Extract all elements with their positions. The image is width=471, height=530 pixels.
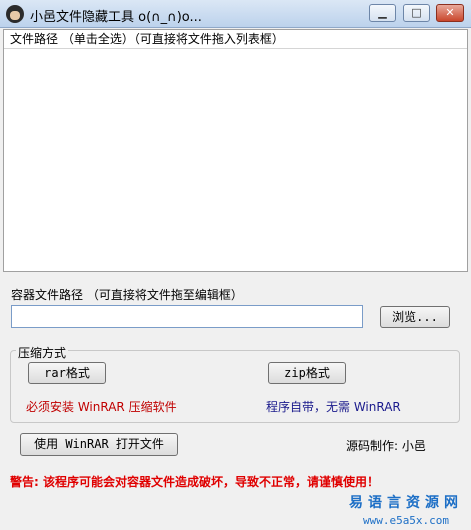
- browse-button[interactable]: 浏览...: [380, 306, 450, 328]
- app-avatar-icon: [6, 5, 24, 23]
- container-path-input[interactable]: [11, 305, 363, 328]
- author-credit: 源码制作: 小邑: [346, 439, 426, 453]
- file-list-header[interactable]: 文件路径 （单击全选）（可直接将文件拖入列表框）: [4, 30, 467, 49]
- container-path-label: 容器文件路径 （可直接将文件拖至编辑框）: [11, 288, 243, 302]
- zip-builtin-note: 程序自带，无需 WinRAR: [266, 400, 401, 414]
- rar-requirement-note: 必须安装 WinRAR 压缩软件: [26, 400, 177, 414]
- site-watermark: 易语言资源网 www.e5a5x.com: [349, 492, 463, 527]
- window-title: 小邑文件隐藏工具 o(∩_∩)o...: [30, 10, 202, 25]
- open-with-winrar-button[interactable]: 使用 WinRAR 打开文件: [20, 433, 178, 456]
- minimize-icon[interactable]: ▁: [369, 4, 396, 22]
- compression-group-title: 压缩方式: [16, 344, 69, 361]
- title-bar[interactable]: 小邑文件隐藏工具 o(∩_∩)o... ▁ □ ✕: [0, 0, 471, 28]
- watermark-cn: 易语言资源网: [349, 495, 463, 511]
- watermark-en: www.e5a5x.com: [362, 514, 450, 527]
- file-list[interactable]: 文件路径 （单击全选）（可直接将文件拖入列表框）: [3, 29, 468, 272]
- rar-format-button[interactable]: rar格式: [28, 362, 106, 384]
- close-icon[interactable]: ✕: [436, 4, 464, 22]
- zip-format-button[interactable]: zip格式: [268, 362, 346, 384]
- maximize-icon[interactable]: □: [403, 4, 430, 22]
- warning-text: 警告: 该程序可能会对容器文件造成破坏，导致不正常，请谨慎使用！: [10, 475, 379, 489]
